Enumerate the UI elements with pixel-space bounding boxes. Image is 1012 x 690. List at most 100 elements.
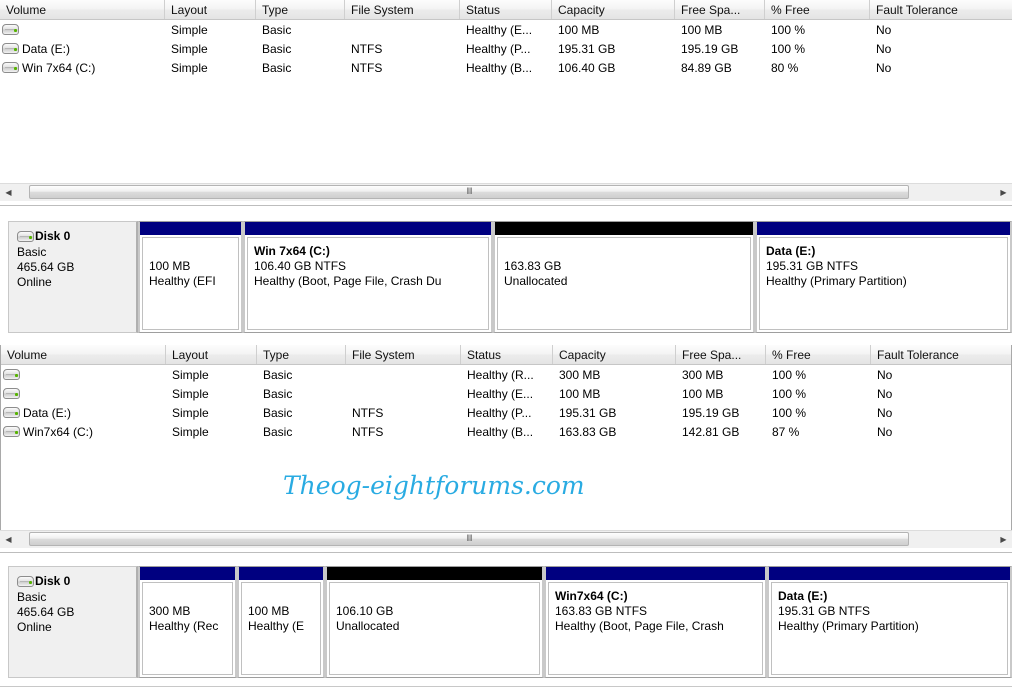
column-header-volume[interactable]: Volume — [1, 345, 166, 364]
column-header-free[interactable]: % Free — [766, 345, 871, 364]
disk-info-panel-top[interactable]: Disk 0 Basic 465.64 GB Online — [8, 221, 138, 333]
table-row[interactable]: Win 7x64 (C:) Simple Basic NTFS Healthy (B..… — [0, 58, 1012, 77]
volume-drive-icon — [2, 43, 19, 54]
column-header-type[interactable]: Type — [257, 345, 346, 364]
cell-layout: Simple — [172, 386, 209, 401]
cell-status: Healthy (P... — [467, 405, 532, 420]
cell-volume — [0, 24, 165, 35]
cell-type: Basic — [263, 405, 293, 420]
volume-list-header-bottom[interactable]: Volume Layout Type File System Status Capacit… — [1, 345, 1011, 365]
cell-capacity: 163.83 GB — [559, 424, 617, 439]
column-header-status[interactable]: Status — [460, 0, 552, 19]
column-header-free-spa[interactable]: Free Spa... — [675, 0, 765, 19]
disk-row-bottom[interactable]: Disk 0 Basic 465.64 GB Online 300 MB Heal… — [8, 566, 1012, 678]
cell-layout: Simple — [172, 424, 209, 439]
table-row[interactable]: Win7x64 (C:) Simple Basic NTFS Healthy (B...… — [1, 422, 1011, 441]
volume-list-top[interactable]: Volume Layout Type File System Status Capacit… — [0, 0, 1012, 183]
scroll-grip-icon-bottom: ‖‖ — [466, 533, 473, 543]
scroll-track-top[interactable]: ‖‖ — [17, 183, 995, 201]
volume-label: Win7x64 (C:) — [23, 424, 94, 439]
scroll-left-arrow-icon-bottom[interactable]: ◀ — [0, 530, 17, 548]
partition-status: Healthy (Boot, Page File, Crash — [555, 619, 724, 633]
partition-unallocated-bar — [495, 222, 753, 235]
partition-size: 163.83 GB NTFS — [555, 604, 648, 618]
partition-block[interactable]: 100 MB Healthy (EFI — [138, 221, 243, 333]
column-header-layout[interactable]: Layout — [165, 0, 256, 19]
cell-capacity: 300 MB — [559, 367, 601, 382]
cell-fault-tolerance: No — [877, 367, 893, 382]
scroll-right-arrow-icon[interactable]: ▶ — [995, 183, 1012, 201]
partition-name: Win 7x64 (C:) — [254, 244, 330, 258]
scroll-left-arrow-icon[interactable]: ◀ — [0, 183, 17, 201]
partition-block[interactable]: Win 7x64 (C:) 106.40 GB NTFS Healthy (Boot… — [243, 221, 493, 333]
scroll-right-arrow-icon-bottom[interactable]: ▶ — [995, 530, 1012, 548]
column-header-type[interactable]: Type — [256, 0, 345, 19]
column-header-fault-tolerance[interactable]: Fault Tolerance — [870, 0, 1012, 19]
table-row[interactable]: Simple Basic Healthy (R... 300 MB 300 MB 100 … — [1, 365, 1011, 384]
volume-list-body-bottom[interactable]: Simple Basic Healthy (R... 300 MB 300 MB 100 … — [1, 365, 1011, 441]
cell-percent-free: 100 % — [772, 367, 807, 382]
cell-file-system: NTFS — [352, 424, 384, 439]
partition-capacity-bar — [239, 567, 323, 580]
volume-list-bottom[interactable]: Volume Layout Type File System Status Capacit… — [0, 345, 1012, 530]
cell-capacity: 195.31 GB — [559, 405, 617, 420]
disk-row-top[interactable]: Disk 0 Basic 465.64 GB Online 100 MB Heal… — [8, 221, 1012, 333]
cell-layout: Simple — [171, 22, 208, 37]
site-watermark: Theog-eightforums.com — [283, 471, 585, 500]
column-header-status[interactable]: Status — [461, 345, 553, 364]
partition-block[interactable]: Data (E:) 195.31 GB NTFS Healthy (Primary … — [767, 566, 1012, 678]
cell-free-space: 100 MB — [681, 22, 723, 37]
cell-type: Basic — [262, 22, 292, 37]
cell-free-space: 195.19 GB — [681, 41, 739, 56]
table-row[interactable]: Simple Basic Healthy (E... 100 MB 100 MB 100 … — [0, 20, 1012, 39]
partition-strip-bottom: 300 MB Healthy (Rec 100 MB Healthy (E 106.10… — [138, 566, 1012, 678]
partition-details: Win 7x64 (C:) 106.40 GB NTFS Healthy (Boot… — [247, 237, 489, 330]
cell-layout: Simple — [172, 367, 209, 382]
horizontal-scrollbar-top[interactable]: ◀ ‖‖ ▶ — [0, 183, 1012, 201]
cell-fault-tolerance: No — [877, 386, 893, 401]
cell-percent-free: 100 % — [772, 386, 807, 401]
cell-status: Healthy (R... — [467, 367, 534, 382]
table-row[interactable]: Simple Basic Healthy (E... 100 MB 100 MB 100 … — [1, 384, 1011, 403]
partition-block[interactable]: 100 MB Healthy (E — [237, 566, 325, 678]
column-header-layout[interactable]: Layout — [166, 345, 257, 364]
cell-capacity: 100 MB — [559, 386, 601, 401]
volume-list-body-top[interactable]: Simple Basic Healthy (E... 100 MB 100 MB 100 … — [0, 20, 1012, 77]
partition-block[interactable]: Data (E:) 195.31 GB NTFS Healthy (Primary … — [755, 221, 1012, 333]
partition-block[interactable]: Win7x64 (C:) 163.83 GB NTFS Healthy (Boot,… — [544, 566, 767, 678]
table-row[interactable]: Data (E:) Simple Basic NTFS Healthy (P... 195… — [0, 39, 1012, 58]
partition-details: Win7x64 (C:) 163.83 GB NTFS Healthy (Boot,… — [548, 582, 763, 675]
volume-list-header-top[interactable]: Volume Layout Type File System Status Capacit… — [0, 0, 1012, 20]
partition-block[interactable]: 300 MB Healthy (Rec — [138, 566, 237, 678]
partition-capacity-bar — [140, 567, 235, 580]
disk-info-panel-bottom[interactable]: Disk 0 Basic 465.64 GB Online — [8, 566, 138, 678]
scroll-track-bottom[interactable]: ‖‖ — [17, 530, 995, 548]
column-header-file-system[interactable]: File System — [345, 0, 460, 19]
partition-status: Healthy (Rec — [149, 619, 219, 633]
cell-type: Basic — [262, 60, 292, 75]
column-header-free[interactable]: % Free — [765, 0, 870, 19]
partition-unallocated-bar — [327, 567, 542, 580]
column-header-free-spa[interactable]: Free Spa... — [676, 345, 766, 364]
scroll-thumb-bottom[interactable]: ‖‖ — [29, 531, 909, 546]
cell-file-system: NTFS — [351, 60, 383, 75]
partition-details: 106.10 GB Unallocated — [329, 582, 540, 675]
partition-block[interactable]: 106.10 GB Unallocated — [325, 566, 544, 678]
partition-details: 300 MB Healthy (Rec — [142, 582, 233, 675]
column-header-capacity[interactable]: Capacity — [553, 345, 676, 364]
partition-name: Data (E:) — [778, 589, 828, 603]
partition-status: Healthy (E — [248, 619, 305, 633]
column-header-capacity[interactable]: Capacity — [552, 0, 675, 19]
table-row[interactable]: Data (E:) Simple Basic NTFS Healthy (P... 195… — [1, 403, 1011, 422]
scroll-thumb-top[interactable]: ‖‖ — [29, 184, 909, 199]
partition-details: 100 MB Healthy (EFI — [142, 237, 239, 330]
cell-file-system: NTFS — [352, 405, 384, 420]
partition-status: Healthy (EFI — [149, 274, 216, 288]
column-header-volume[interactable]: Volume — [0, 0, 165, 19]
column-header-file-system[interactable]: File System — [346, 345, 461, 364]
partition-capacity-bar — [140, 222, 241, 235]
partition-block[interactable]: 163.83 GB Unallocated — [493, 221, 755, 333]
horizontal-scrollbar-bottom[interactable]: ◀ ‖‖ ▶ — [0, 530, 1012, 548]
disk-title-top: Disk 0 — [17, 229, 136, 243]
column-header-fault-tolerance[interactable]: Fault Tolerance — [871, 345, 1012, 364]
